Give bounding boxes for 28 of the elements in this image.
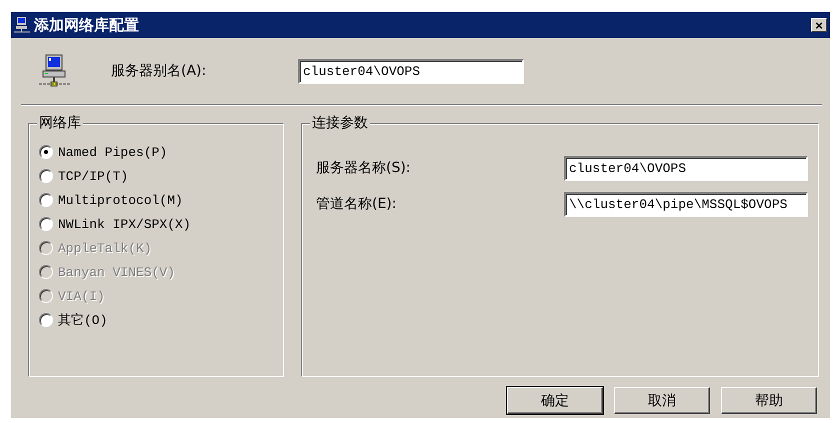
radio-label: AppleTalk(K) [58, 240, 152, 256]
field-label: 服务器名称(S): [316, 159, 412, 177]
radio-label: NWLink IPX/SPX(X) [58, 216, 191, 232]
dialog-button[interactable]: 帮助 [721, 387, 817, 414]
radio-button[interactable] [39, 169, 53, 183]
text-field[interactable]: \\cluster04\pipe\MSSQL$OVOPS [564, 192, 808, 216]
alias-label: 服务器别名(A): [111, 62, 208, 80]
text-field[interactable]: cluster04\OVOPS [564, 156, 808, 180]
radio-button[interactable] [39, 217, 53, 231]
radio-button[interactable] [39, 145, 53, 159]
field-label: 管道名称(E): [316, 195, 398, 213]
network-computer-icon [39, 54, 71, 88]
network-computer-icon [14, 16, 30, 34]
dialog-button[interactable]: 取消 [614, 387, 710, 414]
radio-label: 其它(O) [58, 312, 108, 329]
radio-label: TCP/IP(T) [58, 168, 128, 184]
radio-label: VIA(I) [58, 288, 105, 304]
group-title: 连接参数 [310, 114, 370, 132]
close-button[interactable]: × [811, 18, 827, 32]
radio-button[interactable] [39, 313, 53, 327]
dialog-button[interactable]: 确定 [507, 387, 603, 414]
radio-label: Named Pipes(P) [58, 144, 168, 160]
window-title: 添加网络库配置 [34, 16, 140, 34]
radio-label: Multiprotocol(M) [58, 192, 183, 208]
radio-button[interactable] [39, 193, 53, 207]
group-title: 网络库 [37, 114, 83, 132]
radio-label: Banyan VINES(V) [58, 264, 176, 280]
text-field[interactable]: cluster04\OVOPS [298, 58, 524, 84]
